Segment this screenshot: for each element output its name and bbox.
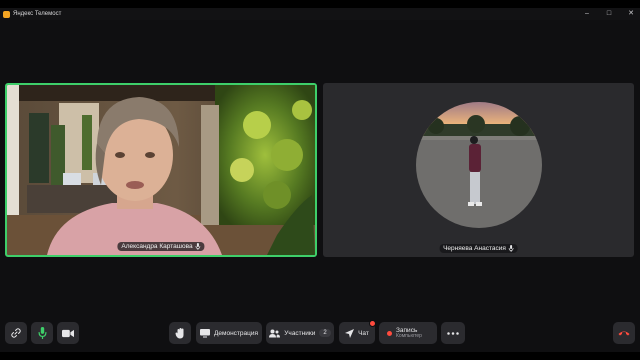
participant-name: Черняева Анастасия [443,245,506,252]
raise-hand-button[interactable] [169,322,191,344]
participants-count-badge: 2 [319,329,331,337]
close-icon[interactable]: ✕ [626,8,636,20]
copy-link-button[interactable] [5,322,27,344]
window-controls: – □ ✕ [582,8,636,20]
chat-label: Чат [358,329,369,337]
microphone-icon [37,327,47,339]
screen-share-label: Демонстрация [213,329,259,337]
participant-name-tag: Черняева Анастасия [439,244,518,253]
camera-toggle-button[interactable] [57,322,79,344]
participant-name-tag: Александра Карташова [117,242,205,251]
more-icon [447,331,459,335]
telemost-logo-icon [3,10,10,18]
screen-share-icon [199,328,210,337]
link-icon [11,328,21,338]
video-tile-participant[interactable]: Черняева Анастасия [323,83,634,257]
record-dot-icon [387,330,392,336]
avatar-photo [416,102,542,228]
hangup-button[interactable] [613,322,635,344]
hangup-icon [618,331,630,336]
speaker-video-feed [7,85,315,255]
microphone-icon [195,243,201,250]
maximize-icon[interactable]: □ [604,8,614,20]
screen-share-button[interactable]: Демонстрация [196,322,262,344]
call-toolbar: Демонстрация Участники 2 Чат Запись Комп… [0,320,640,346]
window-titlebar: Яндекс Телемост – □ ✕ [0,8,640,20]
participant-name: Александра Карташова [121,243,193,250]
people-icon [269,329,281,337]
send-icon [345,328,355,338]
letterbox-bottom [0,352,640,360]
participants-button[interactable]: Участники 2 [266,322,334,344]
more-options-button[interactable] [441,322,465,344]
record-text: Запись Компьютер [396,327,422,340]
camera-icon [62,329,74,337]
chat-button[interactable]: Чат [339,320,376,344]
video-tile-speaker[interactable]: Александра Карташова [5,83,317,257]
record-button[interactable]: Запись Компьютер [379,322,437,344]
hand-icon [175,327,184,338]
window-title: Яндекс Телемост [13,11,62,17]
minimize-icon[interactable]: – [582,8,592,20]
letterbox-top [0,0,640,8]
microphone-toggle-button[interactable] [31,322,53,344]
record-sublabel: Компьютер [396,332,422,339]
chat-notification-dot [369,320,376,327]
microphone-icon [509,245,514,252]
participant-avatar [416,102,542,228]
participants-label: Участники [284,329,316,337]
